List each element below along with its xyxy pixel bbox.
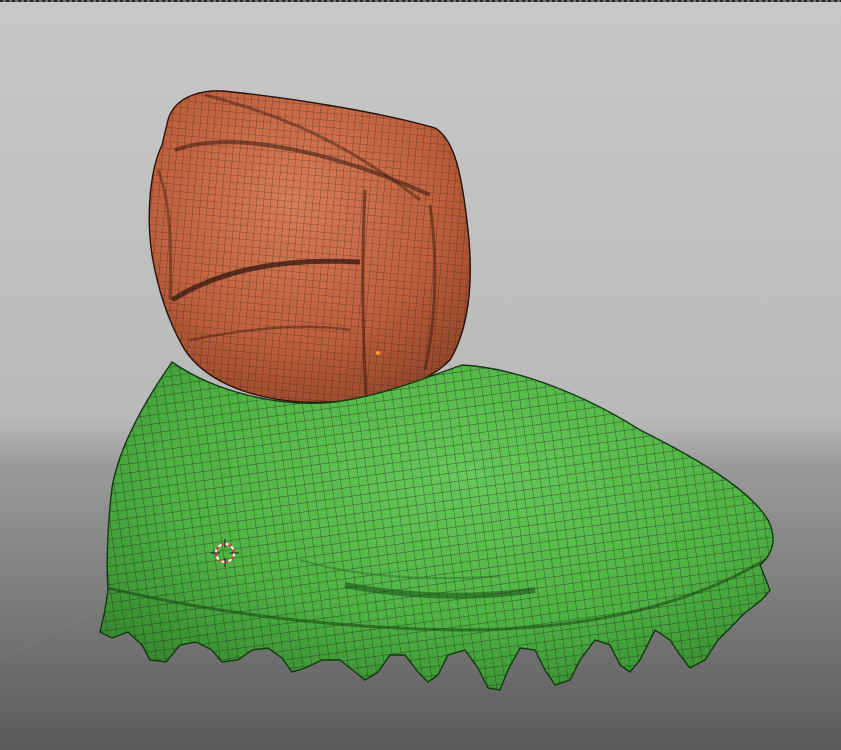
viewport-canvas[interactable] (0, 0, 841, 750)
viewport-top-border (0, 0, 841, 2)
object-origin-icon (376, 351, 380, 355)
3d-cursor-icon[interactable] (211, 539, 239, 567)
3d-viewport[interactable] (0, 0, 841, 750)
